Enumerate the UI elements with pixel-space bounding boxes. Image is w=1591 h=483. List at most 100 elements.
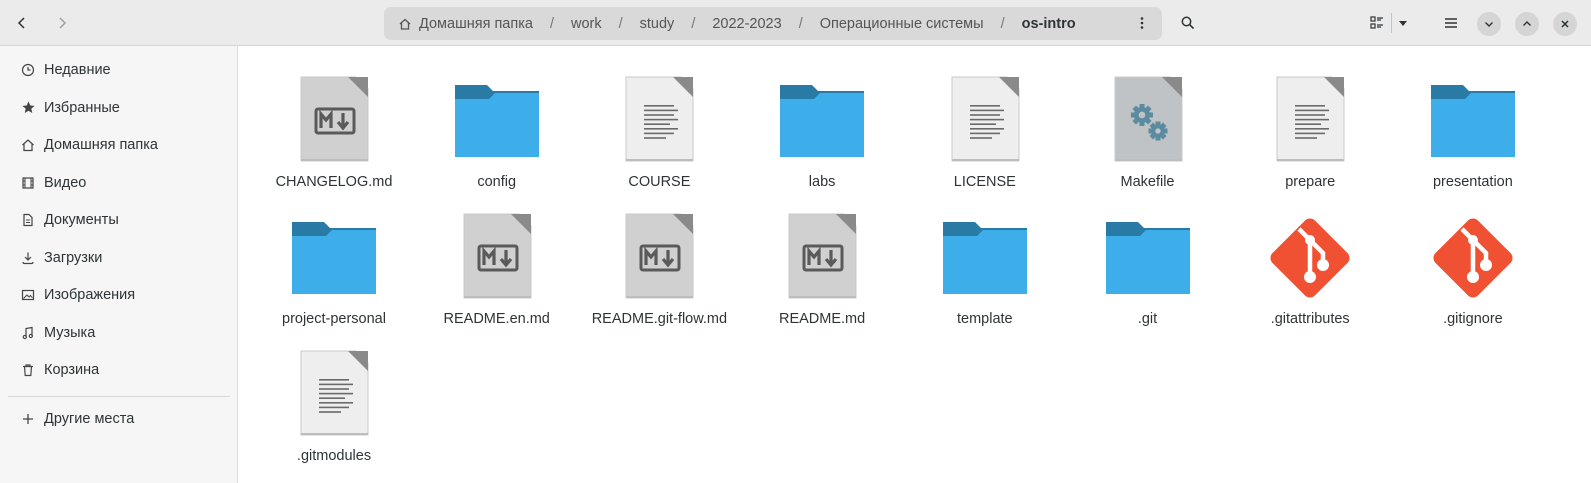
sidebar-item-trash[interactable]: Корзина: [0, 353, 237, 387]
trash-icon: [20, 362, 36, 378]
folder-icon: [1425, 73, 1521, 169]
back-button[interactable]: [8, 9, 36, 37]
sidebar-item-download[interactable]: Загрузки: [0, 241, 237, 275]
file-item[interactable]: .git: [1067, 210, 1229, 340]
sidebar-item-clock[interactable]: Недавние: [0, 53, 237, 87]
sidebar-divider: [8, 396, 230, 397]
home-icon: [20, 137, 36, 153]
markdown-file-icon: [286, 73, 382, 169]
file-name: Makefile: [1120, 174, 1175, 190]
breadcrumb-separator: /: [798, 15, 803, 32]
maximize-button[interactable]: [1515, 12, 1539, 36]
file-item[interactable]: README.en.md: [416, 210, 578, 340]
folder-icon: [1100, 210, 1196, 306]
file-name: .gitignore: [1443, 311, 1503, 327]
chevron-down-icon: [1485, 22, 1493, 27]
folder-icon: [937, 210, 1033, 306]
sidebar-item-label: Документы: [44, 212, 119, 228]
breadcrumb-label: os-intro: [1021, 15, 1076, 32]
folder-icon: [449, 73, 545, 169]
breadcrumb-item[interactable]: Операционные системы: [820, 16, 984, 32]
text-file-icon: [286, 347, 382, 443]
close-icon: [1561, 20, 1569, 28]
sidebar-item-document[interactable]: Документы: [0, 203, 237, 237]
sidebar-item-music[interactable]: Музыка: [0, 316, 237, 350]
breadcrumb-label: Операционные системы: [819, 15, 984, 32]
file-item[interactable]: COURSE: [578, 73, 740, 203]
file-item[interactable]: project-personal: [253, 210, 415, 340]
search-button[interactable]: [1174, 9, 1202, 37]
file-name: template: [956, 311, 1013, 327]
film-icon: [20, 175, 36, 191]
breadcrumb-label: work: [570, 15, 602, 32]
sidebar-item-label: Музыка: [44, 324, 96, 341]
music-icon: [20, 325, 36, 341]
view-options-button[interactable]: [1393, 9, 1413, 37]
clock-icon: [20, 62, 36, 78]
sidebar-item-film[interactable]: Видео: [0, 166, 237, 200]
sidebar-item-label: Видео: [44, 174, 87, 191]
breadcrumb: Домашняя папка / work / study / 2022-2023 / Опер…: [398, 16, 1076, 32]
file-name: README.git-flow.md: [591, 311, 728, 327]
sidebar-item-star[interactable]: Избранные: [0, 91, 237, 125]
path-bar: Домашняя папка / work / study / 2022-2023 / Опер…: [384, 7, 1162, 40]
file-item[interactable]: labs: [741, 73, 903, 203]
breadcrumb-separator: /: [549, 15, 554, 32]
vertical-dots-icon: [1140, 17, 1144, 29]
file-item[interactable]: template: [904, 210, 1066, 340]
chevron-right-icon: [59, 17, 67, 29]
sidebar-item-home[interactable]: Домашняя папка: [0, 128, 237, 162]
folder-icon: [286, 210, 382, 306]
file-name: labs: [808, 174, 836, 190]
markdown-file-icon: [449, 210, 545, 306]
file-item[interactable]: CHANGELOG.md: [253, 73, 415, 203]
plus-icon: [20, 411, 36, 427]
file-grid: CHANGELOG.md config COURSE labs LICENSE Makef…: [238, 46, 1591, 483]
breadcrumb-item[interactable]: work: [571, 16, 602, 32]
file-item[interactable]: LICENSE: [904, 73, 1066, 203]
breadcrumb-separator: /: [1000, 15, 1005, 32]
breadcrumb-label: 2022-2023: [712, 15, 782, 32]
file-item[interactable]: config: [416, 73, 578, 203]
breadcrumb-item[interactable]: study: [640, 16, 675, 32]
breadcrumb-item[interactable]: Домашняя папка: [398, 16, 533, 32]
sidebar-item-label: Недавние: [44, 62, 111, 78]
markdown-file-icon: [774, 210, 870, 306]
file-item[interactable]: .gitmodules: [253, 347, 415, 477]
view-mode-button[interactable]: [1363, 9, 1391, 37]
breadcrumb-label: study: [639, 15, 675, 32]
file-item[interactable]: prepare: [1229, 73, 1391, 203]
file-name: README.en.md: [443, 311, 550, 327]
file-name: COURSE: [628, 174, 691, 190]
close-button[interactable]: [1553, 12, 1577, 36]
file-name: LICENSE: [953, 174, 1016, 190]
breadcrumb-item[interactable]: os-intro: [1022, 16, 1076, 32]
file-name: config: [477, 174, 517, 190]
file-name: .git: [1137, 311, 1158, 327]
sidebar-item-other-places[interactable]: Другие места: [0, 402, 237, 436]
image-icon: [20, 287, 36, 303]
sidebar-item-label: Избранные: [44, 99, 120, 116]
file-item[interactable]: README.git-flow.md: [578, 210, 740, 340]
git-icon: [1262, 210, 1358, 306]
sidebar-item-label: Домашняя папка: [44, 137, 158, 153]
file-name: .gitattributes: [1270, 311, 1350, 327]
file-item[interactable]: Makefile: [1067, 73, 1229, 203]
sidebar-item-image[interactable]: Изображения: [0, 278, 237, 312]
caret-down-icon: [1399, 21, 1407, 26]
file-name: README.md: [778, 311, 866, 327]
breadcrumb-separator: /: [691, 15, 696, 32]
file-item[interactable]: .gitignore: [1392, 210, 1554, 340]
document-icon: [20, 212, 36, 228]
text-file-icon: [937, 73, 1033, 169]
file-item[interactable]: .gitattributes: [1229, 210, 1391, 340]
text-file-icon: [611, 73, 707, 169]
forward-button[interactable]: [48, 9, 76, 37]
main-menu-button[interactable]: [1437, 9, 1465, 37]
file-item[interactable]: README.md: [741, 210, 903, 340]
path-menu-button[interactable]: [1128, 9, 1156, 37]
chevron-left-icon: [17, 17, 25, 29]
breadcrumb-item[interactable]: 2022-2023: [712, 16, 781, 32]
file-item[interactable]: presentation: [1392, 73, 1554, 203]
minimize-button[interactable]: [1477, 12, 1501, 36]
